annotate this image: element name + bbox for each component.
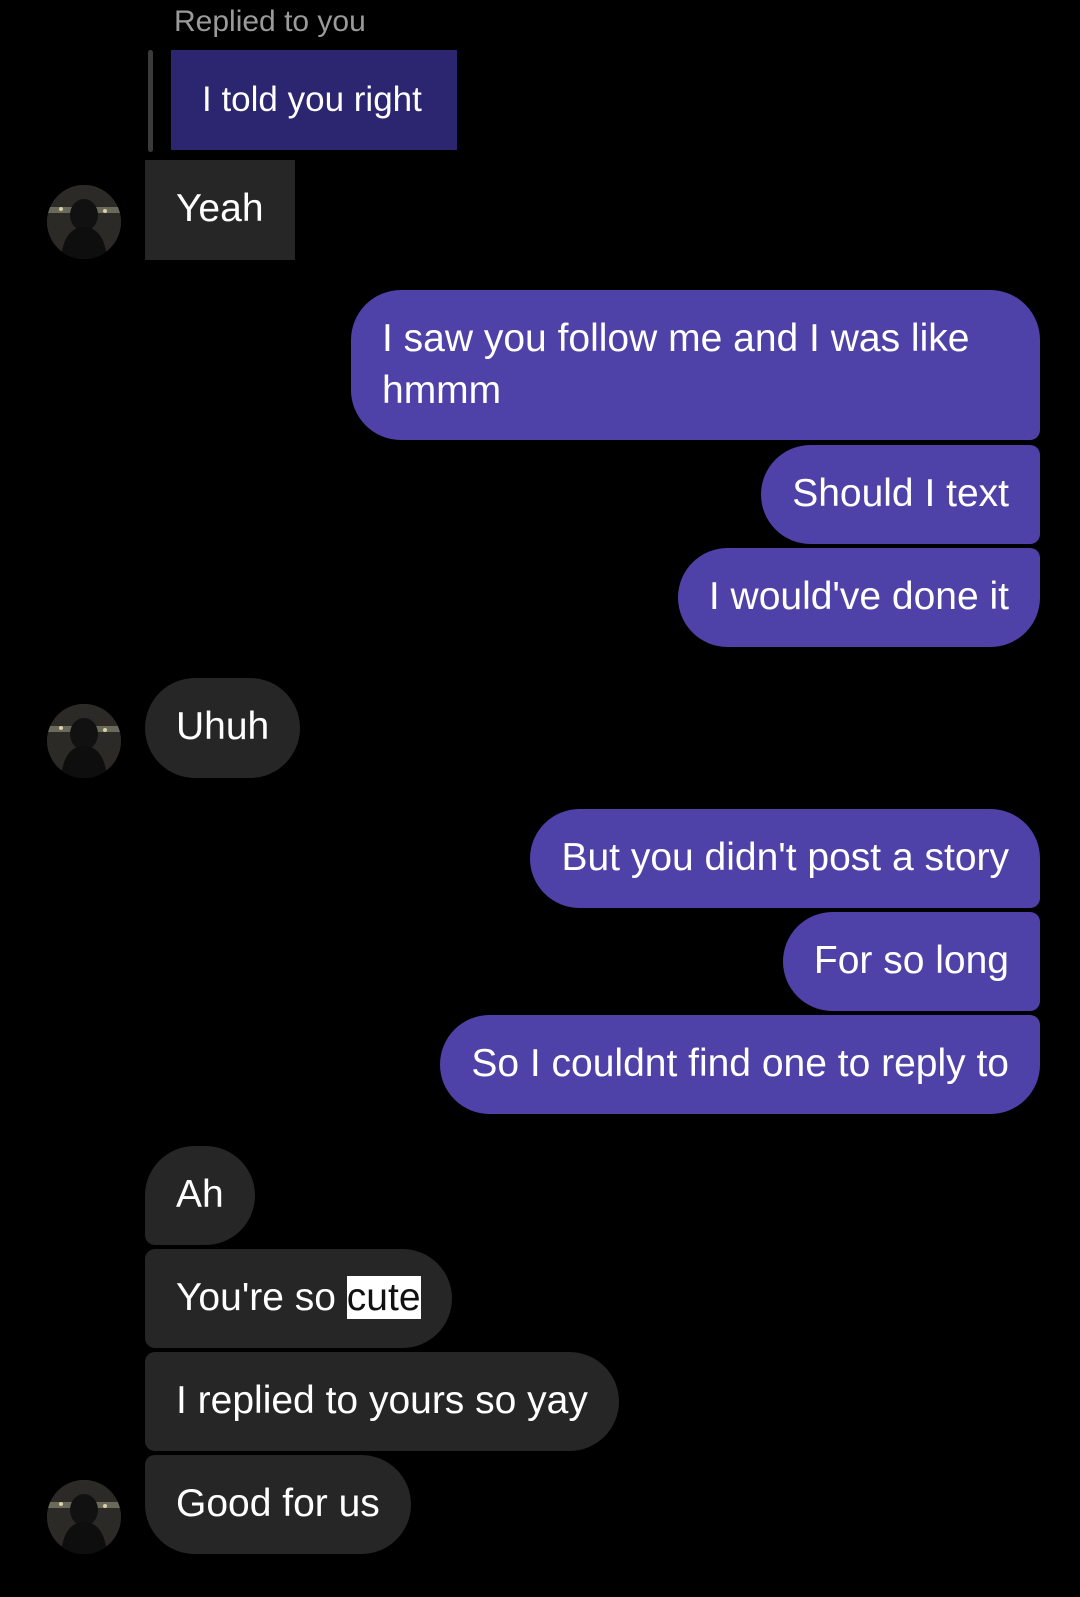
- replied-to-you-label: Replied to you: [174, 5, 366, 38]
- outgoing-message-bubble[interactable]: I saw you follow me and I was like hmmm: [351, 290, 1040, 440]
- contact-avatar[interactable]: [47, 185, 121, 259]
- incoming-message-bubble[interactable]: Yeah: [145, 160, 295, 260]
- selected-text-highlight[interactable]: cute: [346, 1276, 421, 1319]
- contact-avatar[interactable]: [47, 704, 121, 778]
- outgoing-message-bubble[interactable]: So I couldnt find one to reply to: [440, 1015, 1040, 1114]
- outgoing-message-bubble[interactable]: For so long: [782, 912, 1040, 1011]
- incoming-message-bubble[interactable]: Ah: [145, 1146, 255, 1245]
- avatar-photo-icon: [47, 1480, 121, 1554]
- outgoing-message-bubble[interactable]: I would've done it: [677, 548, 1040, 647]
- incoming-message-bubble[interactable]: Good for us: [145, 1455, 411, 1554]
- outgoing-message-bubble[interactable]: But you didn't post a story: [530, 809, 1040, 908]
- avatar-photo-icon: [47, 704, 121, 778]
- incoming-message-bubble[interactable]: Uhuh: [145, 678, 301, 778]
- incoming-message-bubble[interactable]: I replied to yours so yay: [145, 1352, 619, 1451]
- reply-quote-rail: [148, 50, 153, 152]
- contact-avatar[interactable]: [47, 1480, 121, 1554]
- incoming-message-bubble[interactable]: You're so cute: [145, 1249, 452, 1348]
- outgoing-message-bubble[interactable]: Should I text: [761, 445, 1040, 544]
- message-text: You're so: [176, 1276, 347, 1319]
- quoted-message-bubble[interactable]: I told you right: [171, 50, 457, 150]
- avatar-photo-icon: [47, 185, 121, 259]
